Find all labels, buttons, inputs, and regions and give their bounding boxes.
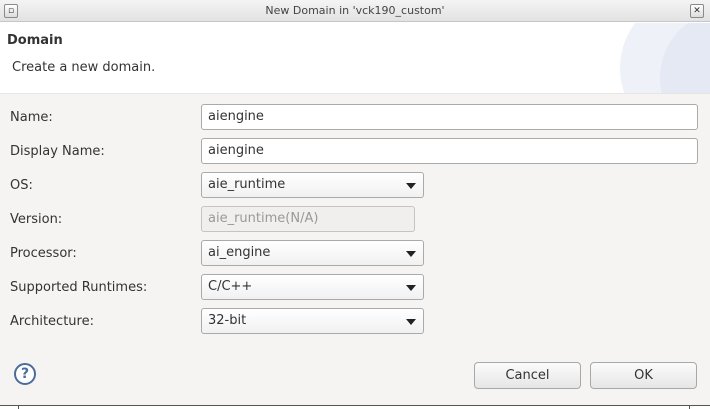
chevron-down-icon	[406, 285, 416, 291]
architecture-label: Architecture:	[10, 314, 94, 329]
dialog-header: Domain Create a new domain.	[0, 23, 710, 93]
ok-button[interactable]: OK	[590, 362, 697, 389]
border-tick-right	[689, 405, 690, 409]
display-name-field[interactable]: aiengine	[201, 138, 698, 164]
supported-runtimes-value: C/C++	[208, 279, 253, 294]
window-title: New Domain in 'vck190_custom'	[265, 4, 445, 17]
name-label: Name:	[10, 110, 53, 125]
chevron-down-icon	[406, 183, 416, 189]
processor-select[interactable]: ai_engine	[201, 240, 424, 266]
os-value: aie_runtime	[208, 177, 286, 192]
processor-label: Processor:	[10, 246, 77, 261]
supported-runtimes-label: Supported Runtimes:	[10, 280, 148, 295]
name-field[interactable]: aiengine	[201, 104, 698, 130]
close-icon[interactable]: ✕	[690, 4, 704, 18]
chevron-down-icon	[406, 319, 416, 325]
help-icon[interactable]: ?	[14, 363, 36, 385]
os-label: OS:	[10, 178, 33, 193]
supported-runtimes-select[interactable]: C/C++	[201, 274, 424, 300]
display-name-label: Display Name:	[10, 144, 105, 159]
title-bar: ▫ New Domain in 'vck190_custom' ✕	[0, 0, 710, 22]
cancel-button[interactable]: Cancel	[474, 362, 581, 389]
os-select[interactable]: aie_runtime	[201, 172, 424, 198]
window-bottom-border	[0, 405, 710, 409]
border-tick-left	[18, 405, 19, 409]
architecture-value: 32-bit	[208, 313, 247, 328]
architecture-select[interactable]: 32-bit	[201, 308, 424, 334]
processor-value: ai_engine	[208, 245, 271, 260]
version-label: Version:	[10, 212, 63, 227]
chevron-down-icon	[406, 251, 416, 257]
version-field: aie_runtime(N/A)	[201, 206, 415, 232]
page-title: Domain	[7, 33, 63, 48]
page-description: Create a new domain.	[12, 60, 156, 75]
